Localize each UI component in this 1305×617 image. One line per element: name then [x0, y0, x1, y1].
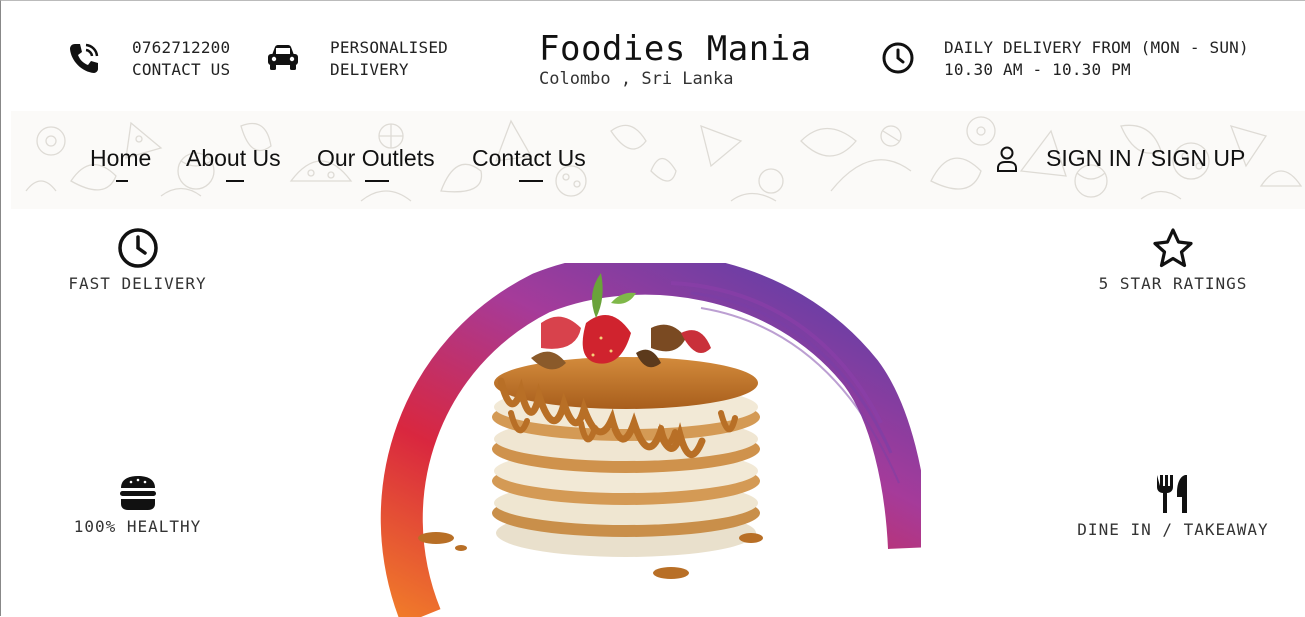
nav-underline — [116, 180, 128, 182]
star-ratings-label: 5 STAR RATINGS — [1098, 274, 1248, 293]
delivery-info: PERSONALISED DELIVERY — [266, 37, 448, 81]
pancake-stack-image — [380, 263, 921, 617]
nav-about-us[interactable]: About Us — [186, 145, 281, 182]
dine-in-label: DINE IN / TAKEAWAY — [1077, 520, 1269, 539]
phone-icon — [70, 43, 99, 73]
nav-contact-label: Contact Us — [472, 145, 586, 171]
clock-icon — [117, 228, 158, 268]
star-icon — [1153, 228, 1193, 268]
brand-subtitle: Colombo , Sri Lanka — [539, 69, 734, 89]
nav-home-label: Home — [90, 145, 152, 171]
top-info-bar: 0762712200 CONTACT US PERSONALISED DELIV… — [1, 1, 1305, 111]
delivery-line1: PERSONALISED — [330, 38, 448, 57]
nav-underline — [519, 180, 543, 182]
contact-us-label: CONTACT US — [132, 60, 231, 79]
feature-dine-in: DINE IN / TAKEAWAY — [1073, 473, 1273, 539]
fork-knife-icon — [1157, 475, 1187, 513]
feature-fast-delivery: FAST DELIVERY — [61, 227, 214, 293]
phone-number: 0762712200 — [132, 38, 231, 57]
nav-underline — [226, 180, 244, 182]
hours-line2: 10.30 AM - 10.30 PM — [944, 60, 1131, 79]
sign-in-label: SIGN IN / SIGN UP — [1046, 145, 1246, 171]
phone-info[interactable]: 0762712200 CONTACT US — [67, 37, 230, 81]
hours-info: DAILY DELIVERY FROM (MON - SUN) 10.30 AM… — [881, 37, 1249, 81]
car-icon — [268, 45, 298, 70]
feature-star-ratings: 5 STAR RATINGS — [1093, 227, 1253, 293]
feature-healthy: 100% HEALTHY — [61, 474, 214, 536]
nav-outlets-label: Our Outlets — [317, 145, 435, 171]
hours-line1: DAILY DELIVERY FROM (MON - SUN) — [944, 38, 1249, 57]
brand[interactable]: Foodies Mania Colombo , Sri Lanka — [539, 29, 812, 90]
user-icon — [997, 146, 1017, 172]
brand-title: Foodies Mania — [539, 29, 812, 69]
nav-underline — [365, 180, 389, 182]
fast-delivery-label: FAST DELIVERY — [68, 274, 207, 293]
nav-our-outlets[interactable]: Our Outlets — [317, 145, 435, 182]
burger-icon — [119, 476, 156, 510]
delivery-line2: DELIVERY — [330, 60, 409, 79]
nav-about-label: About Us — [186, 145, 281, 171]
healthy-label: 100% HEALTHY — [73, 517, 202, 536]
sign-in-button[interactable]: SIGN IN / SIGN UP — [996, 145, 1245, 172]
nav-contact-us[interactable]: Contact Us — [472, 145, 586, 182]
nav-home[interactable]: Home — [90, 145, 152, 182]
main-nav: Home About Us Our Outlets Contact Us SIG… — [11, 111, 1305, 209]
clock-icon — [882, 42, 914, 74]
